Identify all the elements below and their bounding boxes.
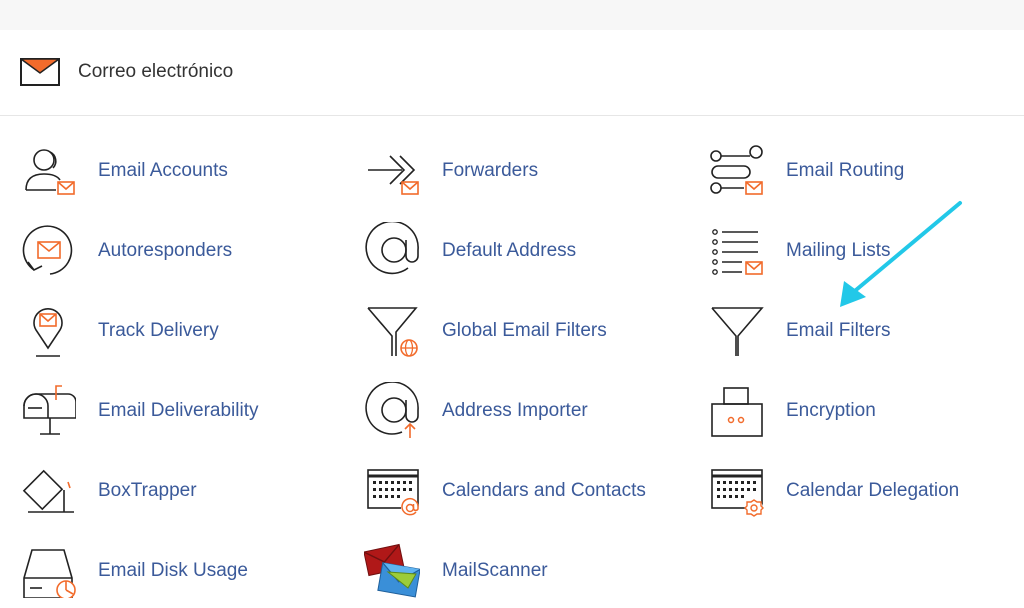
mailbox-icon (23, 385, 76, 435)
forwarders-link[interactable]: Forwarders (364, 140, 664, 200)
list-icon (712, 229, 763, 275)
global-email-filters-label: Global Email Filters (442, 320, 607, 341)
routing-icon (710, 145, 763, 195)
envelope-icon (20, 58, 60, 86)
boxtrapper-label: BoxTrapper (98, 480, 197, 501)
location-pin-icon (33, 308, 63, 357)
encryption-link[interactable]: Encryption (708, 380, 1008, 440)
mailscanner-link[interactable]: MailScanner (364, 540, 664, 600)
address-importer-label: Address Importer (442, 400, 588, 421)
calendar-at-icon (367, 469, 419, 517)
email-routing-label: Email Routing (786, 160, 905, 181)
funnel-globe-icon (367, 307, 418, 357)
disk-pie-icon (23, 549, 76, 598)
at-sign-icon (365, 222, 419, 275)
funnel-icon (711, 307, 764, 356)
at-import-icon (365, 382, 419, 438)
email-deliverability-link[interactable]: Email Deliverability (20, 380, 320, 440)
email-routing-link[interactable]: Email Routing (708, 140, 1008, 200)
autoresponders-link[interactable]: Autoresponders (20, 220, 320, 280)
encryption-label: Encryption (786, 400, 876, 421)
email-accounts-link[interactable]: Email Accounts (20, 140, 320, 200)
autoresponders-label: Autoresponders (98, 240, 233, 261)
annotation-arrow-icon (840, 201, 962, 307)
section-title: Correo electrónico (78, 61, 234, 82)
default-address-link[interactable]: Default Address (364, 220, 664, 280)
mailscanner-label: MailScanner (442, 560, 548, 581)
lock-icon (711, 387, 763, 437)
calendar-gear-icon (711, 469, 764, 517)
email-deliverability-label: Email Deliverability (98, 400, 259, 421)
track-delivery-link[interactable]: Track Delivery (20, 300, 320, 360)
forwarders-label: Forwarders (442, 160, 539, 181)
email-tools-grid: Email Accounts Forwarders Email Routing (0, 116, 1024, 608)
user-mail-icon (25, 149, 75, 195)
calendars-and-contacts-label: Calendars and Contacts (442, 480, 646, 501)
boxtrapper-link[interactable]: BoxTrapper (20, 460, 320, 520)
section-header: Correo electrónico (0, 30, 1024, 116)
forward-arrow-icon (368, 155, 419, 195)
calendars-and-contacts-link[interactable]: Calendars and Contacts (364, 460, 664, 520)
trap-icon (22, 469, 74, 513)
global-email-filters-link[interactable]: Global Email Filters (364, 300, 664, 360)
calendar-delegation-label: Calendar Delegation (786, 480, 960, 501)
default-address-label: Default Address (442, 240, 577, 261)
address-importer-link[interactable]: Address Importer (364, 380, 664, 440)
track-delivery-label: Track Delivery (98, 320, 219, 341)
mailscanner-envelopes-icon (364, 543, 420, 598)
email-disk-usage-label: Email Disk Usage (98, 560, 248, 581)
calendar-delegation-link[interactable]: Calendar Delegation (708, 460, 1008, 520)
top-strip (0, 0, 1024, 30)
email-accounts-label: Email Accounts (98, 160, 228, 181)
autoresponder-icon (22, 225, 73, 275)
email-disk-usage-link[interactable]: Email Disk Usage (20, 540, 320, 600)
